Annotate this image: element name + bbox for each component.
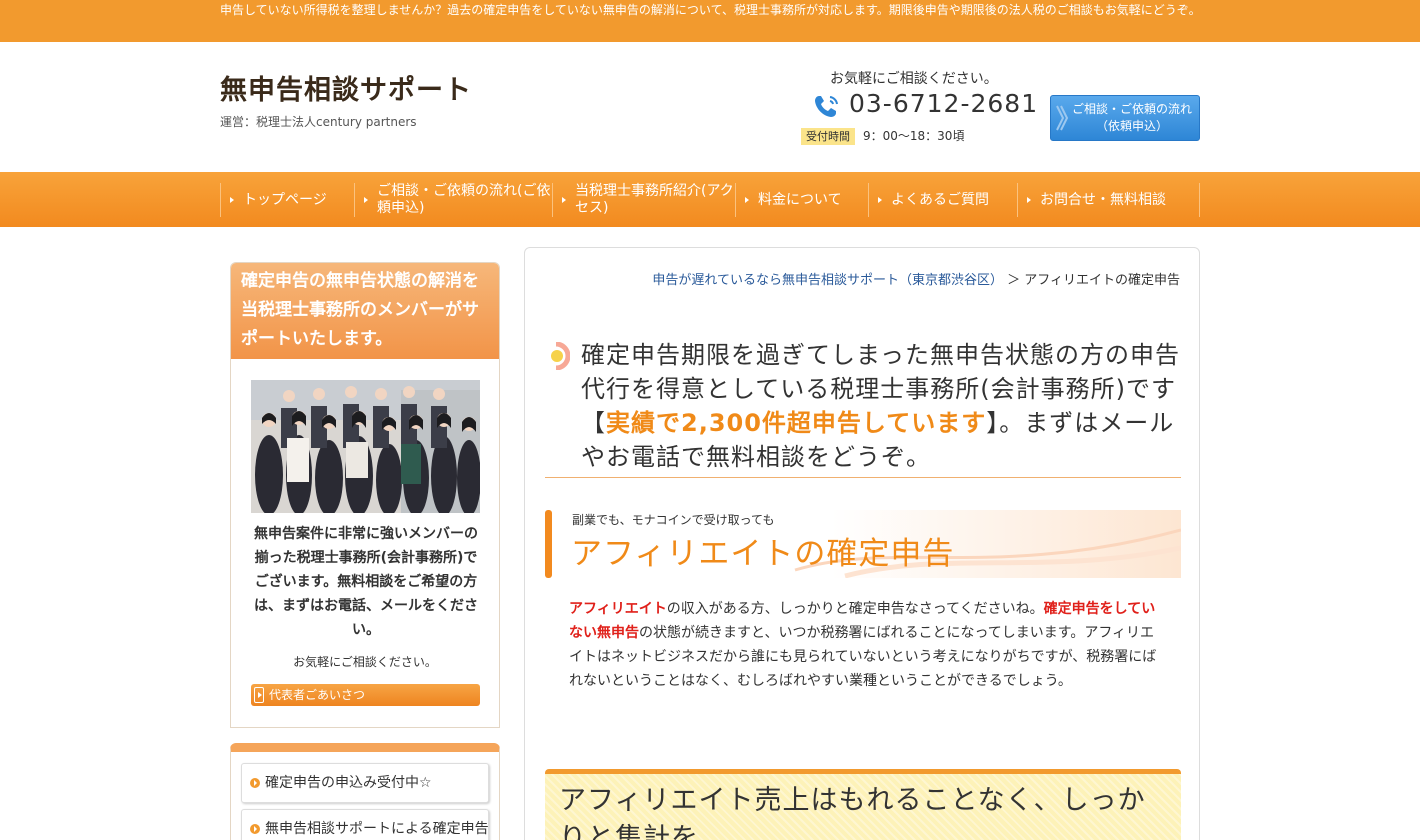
- sidebar-menu: 確定申告の申込み受付中☆ 無申告相談サポートによる確定申告: [230, 743, 500, 840]
- main-nav: トップページ ご相談・ご依頼の流れ(ご依頼申込) 当税理士事務所紹介(アクセス)…: [0, 172, 1420, 227]
- nav-item-label: お問合せ・無料相談: [1040, 191, 1166, 208]
- nav-item-label: ご相談・ご依頼の流れ(ご依頼申込): [377, 183, 551, 216]
- sidebar-item-label: 無申告相談サポートによる確定申告: [265, 821, 489, 837]
- callout-heading: アフィリエイト売上はもれることなく、しっかりと集計を: [559, 785, 1146, 840]
- nav-item-label: 料金について: [758, 191, 842, 208]
- sidebar-item-apply[interactable]: 確定申告の申込み受付中☆: [241, 763, 489, 803]
- body-text: の収入がある方、しっかりと確定申告なさってくださいね。: [666, 601, 1044, 617]
- representative-greeting-button[interactable]: 代表者ごあいさつ: [251, 684, 480, 706]
- business-hours: 9：00〜18：30頃: [863, 129, 965, 143]
- section-body: アフィリエイトの収入がある方、しっかりと確定申告なさってくださいね。確定申告をし…: [569, 597, 1159, 693]
- lead-paragraph: 確定申告期限を過ぎてしまった無申告状態の方の申告代行を得意としている税理士事務所…: [581, 338, 1183, 474]
- section-title: アフィリエイトの確定申告: [571, 536, 955, 572]
- nav-item-contact[interactable]: お問合せ・無料相談: [1017, 183, 1199, 217]
- nav-item-label: よくあるご質問: [891, 191, 989, 208]
- body-text: の状態が続きますと、いつか税務署にばれることになってしまいます。アフィリエイトは…: [569, 625, 1157, 689]
- divider: [545, 477, 1181, 478]
- breadcrumb-separator: ＞: [1007, 273, 1021, 288]
- arrow-circle-icon: [250, 778, 260, 788]
- sidebar-description: 無申告案件に非常に強いメンバーの揃った税理士事務所(会計事務所)でございます。無…: [254, 526, 478, 638]
- arrow-circle-icon: [250, 824, 260, 834]
- lead-highlight: 実績で2,300件超申告しています: [606, 409, 987, 437]
- breadcrumb-home-link[interactable]: 申告が遅れているなら無申告相談サポート（東京都渋谷区）: [652, 273, 1003, 288]
- hours-badge: 受付時間: [801, 128, 855, 145]
- site-operator: 運営：税理士法人century partners: [220, 115, 417, 129]
- nav-item-label: トップページ: [243, 191, 327, 208]
- nav-item-label: 当税理士事務所紹介(アクセス): [575, 183, 734, 216]
- phone-number[interactable]: 03-6712-2681: [849, 89, 1038, 118]
- callout-box: アフィリエイト売上はもれることなく、しっかりと集計を: [545, 769, 1181, 840]
- nav-item-top[interactable]: トップページ: [220, 183, 355, 217]
- chevron-right-icon: [254, 687, 264, 703]
- sidebar-item-label: 確定申告の申込み受付中☆: [265, 775, 432, 791]
- sidebar-item-service[interactable]: 無申告相談サポートによる確定申告: [241, 809, 489, 840]
- lead-bullet-icon: [551, 342, 570, 370]
- site-title[interactable]: 無申告相談サポート: [220, 68, 472, 107]
- section-accent-bar: [545, 510, 552, 578]
- representative-greeting-label: 代表者ごあいさつ: [269, 688, 366, 702]
- phone-icon: [815, 96, 838, 117]
- nav-item-faq[interactable]: よくあるご質問: [868, 183, 1017, 217]
- nav-divider: [1199, 183, 1200, 217]
- consultation-flow-button[interactable]: ご相談・ご依頼の流れ（依頼申込）: [1050, 95, 1200, 141]
- sidebar-note: お気軽にご相談ください。: [293, 655, 437, 669]
- section-kicker: 副業でも、モナコインで受け取っても: [572, 513, 775, 527]
- top-announcement-text: 申告していない所得税を整理しませんか？過去の確定申告をしていない無申告の解消につ…: [220, 3, 1201, 17]
- breadcrumb-current: アフィリエイトの確定申告: [1024, 273, 1180, 288]
- team-photo: [251, 380, 480, 513]
- main-content: 申告が遅れているなら無申告相談サポート（東京都渋谷区） ＞ アフィリエイトの確定…: [524, 247, 1200, 840]
- nav-item-fees[interactable]: 料金について: [735, 183, 868, 217]
- sidebar-intro-box: 確定申告の無申告状態の解消を当税理士事務所のメンバーがサポートいたします。 無申…: [230, 262, 500, 728]
- contact-note: お気軽にご相談ください。: [830, 71, 998, 87]
- consultation-flow-label: ご相談・ご依頼の流れ（依頼申込）: [1071, 102, 1192, 133]
- nav-item-flow[interactable]: ご相談・ご依頼の流れ(ご依頼申込): [354, 183, 552, 217]
- sidebar-heading: 確定申告の無申告状態の解消を当税理士事務所のメンバーがサポートいたします。: [231, 263, 499, 359]
- top-announcement-bar: 申告していない所得税を整理しませんか？過去の確定申告をしていない無申告の解消につ…: [0, 0, 1420, 42]
- nav-item-office[interactable]: 当税理士事務所紹介(アクセス): [552, 183, 735, 217]
- section-heading: 副業でも、モナコインで受け取っても アフィリエイトの確定申告: [545, 510, 1181, 578]
- breadcrumb: 申告が遅れているなら無申告相談サポート（東京都渋谷区） ＞ アフィリエイトの確定…: [652, 269, 1180, 288]
- double-chevron-icon: [1056, 105, 1069, 131]
- body-emphasis: アフィリエイト: [569, 601, 667, 617]
